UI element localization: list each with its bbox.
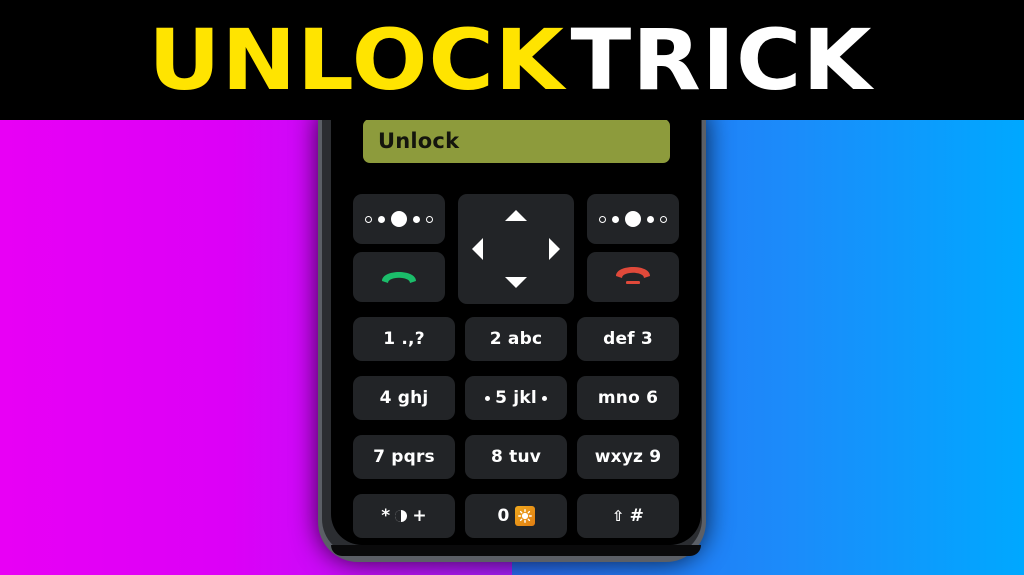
dpad-right-icon[interactable] [549, 238, 560, 260]
keypad-key-label: def 3 [603, 329, 653, 349]
keypad-grid: 1 .,? 2 abc def 3 4 ghj 5 jkl mno 6 7 pq… [353, 317, 679, 538]
thumbnail-banner: UNLOCK TRICK [0, 0, 1024, 120]
dots-indicator-icon [365, 211, 433, 227]
unlock-bar-label: Unlock [378, 129, 460, 153]
dpad-control[interactable] [458, 194, 574, 304]
dpad-up-icon[interactable] [505, 210, 527, 221]
phone-bezel: Unlock 1 .,? 2 abc def 3 4 ghj 5 jkl mno… [322, 112, 702, 556]
keypad-key-3[interactable]: def 3 [577, 317, 679, 361]
call-button[interactable] [353, 252, 445, 302]
navigation-cluster [353, 194, 679, 309]
unlock-bar[interactable]: Unlock [363, 119, 670, 163]
keypad-key-label: 7 pqrs [373, 447, 435, 467]
keypad-key-label-right: + [412, 506, 427, 526]
keypad-key-label: 2 abc [489, 329, 543, 349]
keypad-key-label-left: * [381, 506, 391, 526]
contrast-half-circle-icon [395, 510, 408, 522]
dots-indicator-icon [599, 211, 667, 227]
keypad-key-5[interactable]: 5 jkl [465, 376, 567, 420]
keypad-key-label: mno 6 [597, 388, 659, 408]
shift-arrow-icon: ⇧ [611, 506, 625, 525]
phone-screen: Unlock 1 .,? 2 abc def 3 4 ghj 5 jkl mno… [331, 112, 701, 545]
dpad-left-icon[interactable] [472, 238, 483, 260]
phone-chin [331, 545, 701, 556]
phone-handset-red-icon [613, 263, 653, 292]
keypad-key-7[interactable]: 7 pqrs [353, 435, 455, 479]
keypad-key-label: 4 ghj [379, 388, 429, 408]
screenshot-root: UNLOCK TRICK Unlock 1 .,? 2 abc def 3 4 … [0, 0, 1024, 575]
keypad-key-6[interactable]: mno 6 [577, 376, 679, 420]
banner-word-trick: TRICK [570, 11, 873, 109]
softkey-left-button[interactable] [353, 194, 445, 244]
keypad-key-hash[interactable]: ⇧ # [577, 494, 679, 538]
dpad-down-icon[interactable] [505, 277, 527, 288]
softkey-right-button[interactable] [587, 194, 679, 244]
keypad-key-8[interactable]: 8 tuv [465, 435, 567, 479]
keypad-key-label: wxyz 9 [594, 447, 662, 467]
keypad-key-star[interactable]: * + [353, 494, 455, 538]
keypad-key-label: 8 tuv [490, 447, 542, 467]
end-call-button[interactable] [587, 252, 679, 302]
keypad-key-0[interactable]: 0 [465, 494, 567, 538]
keypad-key-label-left: 0 [497, 506, 510, 526]
trailing-dot-icon [541, 395, 547, 401]
phone-device: Unlock 1 .,? 2 abc def 3 4 ghj 5 jkl mno… [318, 112, 706, 562]
flashlight-sun-icon [514, 506, 535, 526]
banner-word-unlock: UNLOCK [148, 11, 565, 109]
keypad-key-label: 1 .,? [383, 329, 425, 349]
keypad-key-9[interactable]: wxyz 9 [577, 435, 679, 479]
keypad-key-2[interactable]: 2 abc [465, 317, 567, 361]
keypad-key-label: 5 jkl [495, 388, 537, 408]
keypad-key-4[interactable]: 4 ghj [353, 376, 455, 420]
keypad-key-label-right: # [629, 506, 645, 526]
keypad-key-1[interactable]: 1 .,? [353, 317, 455, 361]
phone-handset-green-icon [379, 265, 419, 290]
leading-dot-icon [485, 395, 491, 401]
